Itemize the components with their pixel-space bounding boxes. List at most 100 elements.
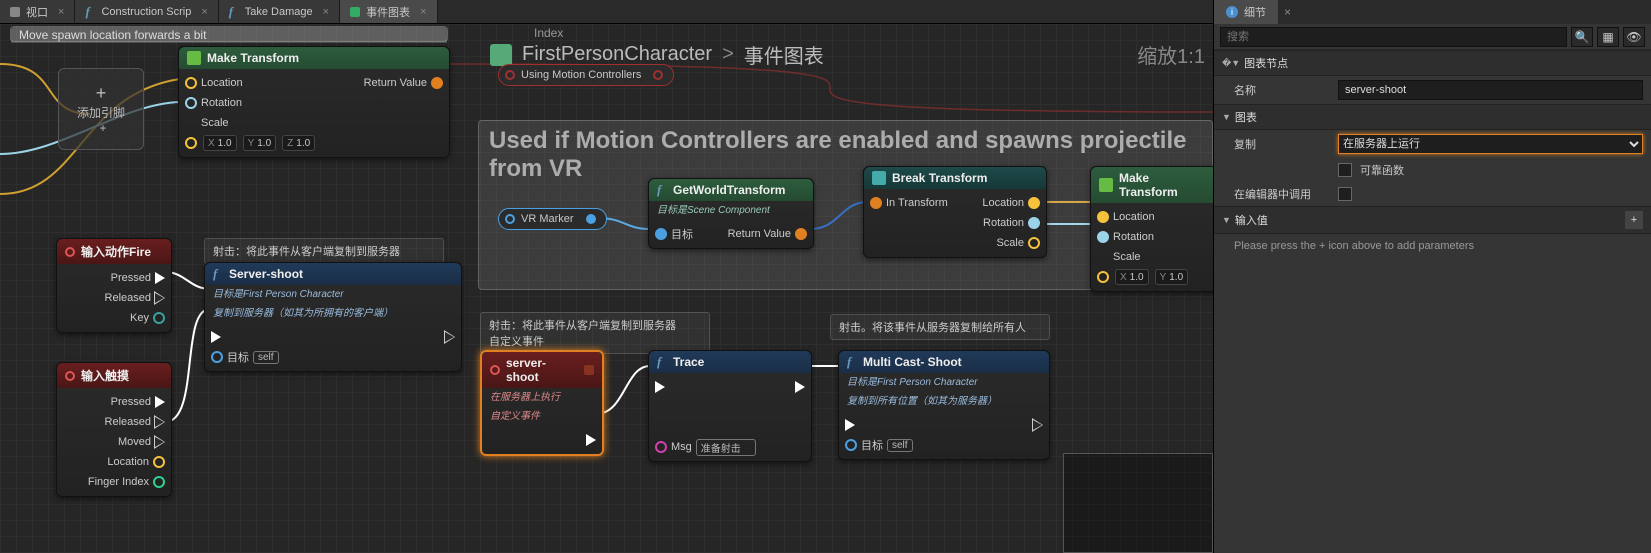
pin-msg[interactable] [655, 441, 667, 453]
pin-target[interactable] [655, 228, 667, 240]
details-tab[interactable]: i 细节 [1214, 0, 1278, 24]
node-header[interactable]: fMulti Cast- Shoot [839, 351, 1049, 373]
pin-exec-out[interactable] [795, 381, 805, 393]
reliable-checkbox[interactable] [1338, 163, 1352, 177]
comment-title[interactable]: Move spawn location forwards a bit [11, 27, 447, 43]
node-multicast-shoot[interactable]: fMulti Cast- Shoot 目标是First Person Chara… [838, 350, 1050, 460]
pin-finger-index[interactable] [153, 476, 165, 488]
name-input[interactable] [1338, 80, 1643, 100]
node-server-shoot-event[interactable]: server-shoot 在服务器上执行 自定义事件 [480, 350, 604, 456]
pin-intransform[interactable] [870, 197, 882, 209]
node-title: Trace [673, 355, 704, 369]
pin-exec-in[interactable] [655, 381, 665, 393]
pin-target[interactable] [845, 439, 857, 451]
node-header[interactable]: 输入触摸 [57, 363, 171, 388]
search-input[interactable] [1220, 27, 1567, 47]
chevron-down-icon: �▼ [1222, 58, 1240, 69]
grid-view-button[interactable]: ▦ [1597, 27, 1619, 47]
node-break-transform[interactable]: Break Transform In Transform Location Ro… [863, 166, 1047, 258]
node-title: Break Transform [892, 171, 987, 185]
pin-scale-out[interactable] [1028, 237, 1040, 249]
close-icon[interactable]: × [420, 6, 426, 18]
variable-vr-marker[interactable]: VR Marker [498, 208, 607, 230]
pin-pressed[interactable] [155, 272, 165, 284]
add-input-button[interactable]: + [1625, 211, 1643, 229]
graph-canvas[interactable]: Index FirstPersonCharacter > 事件图表 缩放1:1 … [0, 24, 1213, 553]
category-inputs[interactable]: ▼ 输入值 + [1214, 206, 1651, 234]
pin-scale[interactable] [185, 137, 197, 149]
pin-exec-in[interactable] [845, 419, 855, 431]
search-button[interactable]: 🔍 [1571, 27, 1593, 47]
eye-icon: 👁 [1626, 30, 1641, 44]
pin-return[interactable] [431, 77, 443, 89]
node-header[interactable]: Make Transform [1091, 167, 1213, 203]
scale-y-input[interactable]: Y1.0 [243, 135, 277, 151]
pin-return[interactable] [795, 228, 807, 240]
node-get-world-transform[interactable]: fGetWorldTransform 目标是Scene Component 目标… [648, 178, 814, 249]
pin-moved[interactable] [155, 436, 165, 448]
pin-exec-out[interactable] [445, 331, 455, 343]
close-icon[interactable]: × [323, 6, 329, 18]
pin-released[interactable] [155, 416, 165, 428]
replication-select[interactable]: 在服务器上运行 [1338, 134, 1643, 154]
pin-out[interactable] [653, 70, 663, 80]
node-header[interactable]: fTrace [649, 351, 811, 373]
pin-exec-in[interactable] [211, 331, 221, 343]
scale-x-input[interactable]: X1.0 [203, 135, 237, 151]
node-header[interactable]: 输入动作Fire [57, 239, 171, 264]
node-input-fire[interactable]: 输入动作Fire Pressed Released Key [56, 238, 172, 333]
msg-input[interactable]: 准备射击 [696, 439, 756, 456]
pin-location[interactable] [185, 77, 197, 89]
pin-exec-out[interactable] [1033, 419, 1043, 431]
close-icon[interactable]: × [1284, 5, 1291, 19]
pin-in[interactable] [505, 70, 515, 80]
node-header[interactable]: fGetWorldTransform [649, 179, 813, 201]
breadcrumb-parent[interactable]: FirstPersonCharacter [522, 43, 712, 66]
scale-z-input[interactable]: Z1.0 [282, 135, 315, 151]
variable-using-motion-controllers[interactable]: Using Motion Controllers [498, 64, 674, 86]
node-server-shoot-call[interactable]: fServer-shoot 目标是First Person Character … [204, 262, 462, 372]
pin-released[interactable] [155, 292, 165, 304]
tab-eventgraph[interactable]: 事件图表× [340, 0, 437, 23]
pin-exec-out[interactable] [586, 434, 596, 446]
pin-key[interactable] [153, 312, 165, 324]
close-icon[interactable]: × [58, 6, 64, 18]
comment-box[interactable]: Move spawn location forwards a bit [10, 26, 448, 42]
pin-location[interactable] [153, 456, 165, 468]
node-header[interactable]: Break Transform [864, 167, 1046, 189]
node-header[interactable]: Make Transform [179, 47, 449, 69]
search-icon: 🔍 [1575, 30, 1590, 44]
pin-target[interactable] [211, 351, 223, 363]
tab-viewport[interactable]: 视口× [0, 0, 75, 23]
node-input-touch[interactable]: 输入触摸 Pressed Released Moved Location Fin… [56, 362, 172, 497]
node-make-transform[interactable]: Make Transform Location Return Value Rot… [178, 46, 450, 158]
pin-location-out[interactable] [1028, 197, 1040, 209]
pin-in[interactable] [505, 214, 515, 224]
node-title: server-shoot [506, 356, 578, 384]
node-header[interactable]: fServer-shoot [205, 263, 461, 285]
close-icon[interactable]: × [201, 6, 207, 18]
pin-rotation[interactable] [1097, 231, 1109, 243]
pin-rotation-out[interactable] [1028, 217, 1040, 229]
category-graph[interactable]: ▼图表 [1214, 104, 1651, 130]
add-pin-node[interactable]: + 添加引脚 + [58, 68, 144, 150]
minimap[interactable] [1063, 453, 1213, 553]
category-graph-node[interactable]: �▼图表节点 [1214, 50, 1651, 76]
chevron-down-icon: ▼ [1222, 215, 1231, 225]
node-make-transform-2[interactable]: Make Transform Location Rotation Scale X… [1090, 166, 1213, 292]
pin-out[interactable] [586, 214, 596, 224]
pin-location[interactable] [1097, 211, 1109, 223]
scale-y-input[interactable]: Y1.0 [1155, 269, 1189, 285]
variable-label: VR Marker [521, 213, 574, 225]
tab-takedamage[interactable]: fTake Damage× [219, 0, 340, 23]
tab-construction[interactable]: fConstruction Scrip× [75, 0, 218, 23]
call-in-editor-checkbox[interactable] [1338, 187, 1352, 201]
pin-rotation[interactable] [185, 97, 197, 109]
visibility-button[interactable]: 👁 [1623, 27, 1645, 47]
scale-x-input[interactable]: X1.0 [1115, 269, 1149, 285]
pin-scale[interactable] [1097, 271, 1109, 283]
node-header[interactable]: server-shoot [482, 352, 602, 388]
checkbox-label: 可靠函数 [1360, 162, 1404, 178]
pin-pressed[interactable] [155, 396, 165, 408]
node-trace[interactable]: fTrace Msg准备射击 [648, 350, 812, 462]
